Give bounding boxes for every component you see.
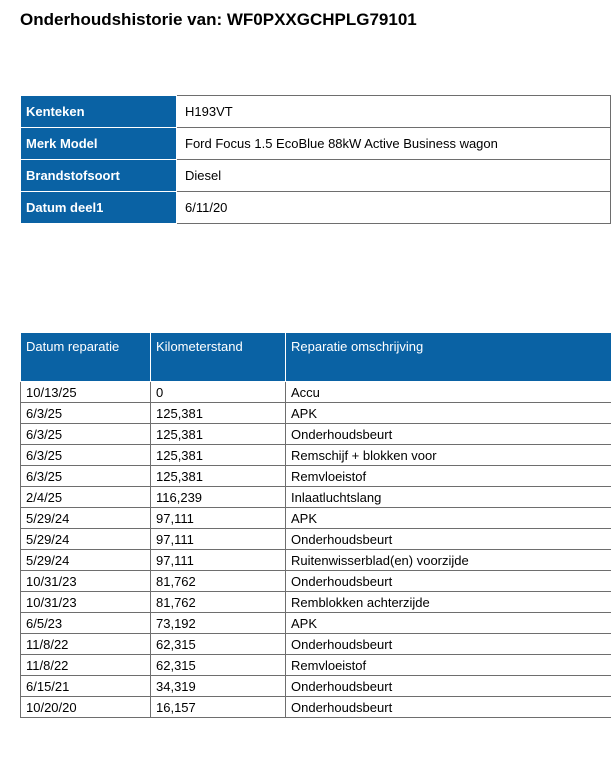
vehicle-info-row: KentekenH193VT xyxy=(21,96,611,128)
repairs-column-header: Reparatie omschrijving xyxy=(286,333,611,382)
vehicle-info-label: Brandstofsoort xyxy=(21,160,177,192)
description-cell: Remvloeistof xyxy=(286,655,611,676)
repairs-table: Datum reparatieKilometerstandReparatie o… xyxy=(20,332,611,718)
repairs-row: 10/20/2016,157Onderhoudsbeurt xyxy=(21,697,611,718)
repairs-row: 6/5/2373,192APK xyxy=(21,613,611,634)
repairs-row: 6/15/2134,319Onderhoudsbeurt xyxy=(21,676,611,697)
repairs-row: 6/3/25125,381APK xyxy=(21,403,611,424)
vehicle-info-row: Merk ModelFord Focus 1.5 EcoBlue 88kW Ac… xyxy=(21,128,611,160)
repairs-row: 6/3/25125,381Remschijf + blokken voor xyxy=(21,445,611,466)
vehicle-info-label: Datum deel1 xyxy=(21,192,177,224)
repairs-header-row: Datum reparatieKilometerstandReparatie o… xyxy=(21,333,611,382)
repair-date-cell: 5/29/24 xyxy=(21,550,151,571)
vehicle-info-label: Merk Model xyxy=(21,128,177,160)
description-cell: Accu xyxy=(286,382,611,403)
repairs-row: 6/3/25125,381Onderhoudsbeurt xyxy=(21,424,611,445)
repair-date-cell: 6/3/25 xyxy=(21,403,151,424)
vehicle-info-value: 6/11/20 xyxy=(177,192,611,224)
repair-date-cell: 10/20/20 xyxy=(21,697,151,718)
description-cell: Onderhoudsbeurt xyxy=(286,529,611,550)
kilometer-cell: 125,381 xyxy=(151,403,286,424)
kilometer-cell: 125,381 xyxy=(151,424,286,445)
repairs-row: 10/13/250Accu xyxy=(21,382,611,403)
description-cell: Remvloeistof xyxy=(286,466,611,487)
kilometer-cell: 125,381 xyxy=(151,445,286,466)
page-title: Onderhoudshistorie van: WF0PXXGCHPLG7910… xyxy=(20,10,611,30)
repairs-row: 5/29/2497,111Onderhoudsbeurt xyxy=(21,529,611,550)
kilometer-cell: 16,157 xyxy=(151,697,286,718)
repairs-row: 2/4/25116,239Inlaatluchtslang xyxy=(21,487,611,508)
repair-date-cell: 6/3/25 xyxy=(21,424,151,445)
vehicle-info-value: Diesel xyxy=(177,160,611,192)
description-cell: Ruitenwisserblad(en) voorzijde xyxy=(286,550,611,571)
kilometer-cell: 125,381 xyxy=(151,466,286,487)
repair-date-cell: 6/3/25 xyxy=(21,466,151,487)
vehicle-info-row: Datum deel16/11/20 xyxy=(21,192,611,224)
kilometer-cell: 116,239 xyxy=(151,487,286,508)
repairs-column-header: Kilometerstand xyxy=(151,333,286,382)
description-cell: Remblokken achterzijde xyxy=(286,592,611,613)
repair-date-cell: 6/3/25 xyxy=(21,445,151,466)
description-cell: Onderhoudsbeurt xyxy=(286,424,611,445)
vehicle-info-value: H193VT xyxy=(177,96,611,128)
description-cell: APK xyxy=(286,403,611,424)
repair-date-cell: 11/8/22 xyxy=(21,634,151,655)
repairs-row: 5/29/2497,111APK xyxy=(21,508,611,529)
repair-date-cell: 2/4/25 xyxy=(21,487,151,508)
repair-date-cell: 5/29/24 xyxy=(21,508,151,529)
repairs-row: 10/31/2381,762Remblokken achterzijde xyxy=(21,592,611,613)
repairs-body: 10/13/250Accu6/3/25125,381APK6/3/25125,3… xyxy=(21,382,611,718)
repairs-row: 11/8/2262,315Remvloeistof xyxy=(21,655,611,676)
kilometer-cell: 0 xyxy=(151,382,286,403)
kilometer-cell: 62,315 xyxy=(151,655,286,676)
vehicle-info-row: BrandstofsoortDiesel xyxy=(21,160,611,192)
repairs-row: 10/31/2381,762Onderhoudsbeurt xyxy=(21,571,611,592)
repair-date-cell: 10/31/23 xyxy=(21,592,151,613)
repairs-column-header: Datum reparatie xyxy=(21,333,151,382)
vehicle-info-value: Ford Focus 1.5 EcoBlue 88kW Active Busin… xyxy=(177,128,611,160)
repair-date-cell: 10/31/23 xyxy=(21,571,151,592)
kilometer-cell: 97,111 xyxy=(151,550,286,571)
description-cell: Inlaatluchtslang xyxy=(286,487,611,508)
kilometer-cell: 97,111 xyxy=(151,508,286,529)
repairs-row: 11/8/2262,315Onderhoudsbeurt xyxy=(21,634,611,655)
kilometer-cell: 34,319 xyxy=(151,676,286,697)
vehicle-info-body: KentekenH193VTMerk ModelFord Focus 1.5 E… xyxy=(21,96,611,224)
description-cell: APK xyxy=(286,613,611,634)
repair-date-cell: 5/29/24 xyxy=(21,529,151,550)
repair-date-cell: 11/8/22 xyxy=(21,655,151,676)
repairs-row: 6/3/25125,381Remvloeistof xyxy=(21,466,611,487)
description-cell: Onderhoudsbeurt xyxy=(286,697,611,718)
repair-date-cell: 10/13/25 xyxy=(21,382,151,403)
kilometer-cell: 73,192 xyxy=(151,613,286,634)
description-cell: Onderhoudsbeurt xyxy=(286,676,611,697)
repairs-row: 5/29/2497,111Ruitenwisserblad(en) voorzi… xyxy=(21,550,611,571)
kilometer-cell: 62,315 xyxy=(151,634,286,655)
description-cell: Onderhoudsbeurt xyxy=(286,571,611,592)
kilometer-cell: 81,762 xyxy=(151,571,286,592)
kilometer-cell: 81,762 xyxy=(151,592,286,613)
vehicle-info-table: KentekenH193VTMerk ModelFord Focus 1.5 E… xyxy=(20,95,611,224)
vehicle-info-label: Kenteken xyxy=(21,96,177,128)
description-cell: APK xyxy=(286,508,611,529)
description-cell: Remschijf + blokken voor xyxy=(286,445,611,466)
repair-date-cell: 6/15/21 xyxy=(21,676,151,697)
description-cell: Onderhoudsbeurt xyxy=(286,634,611,655)
repair-date-cell: 6/5/23 xyxy=(21,613,151,634)
kilometer-cell: 97,111 xyxy=(151,529,286,550)
